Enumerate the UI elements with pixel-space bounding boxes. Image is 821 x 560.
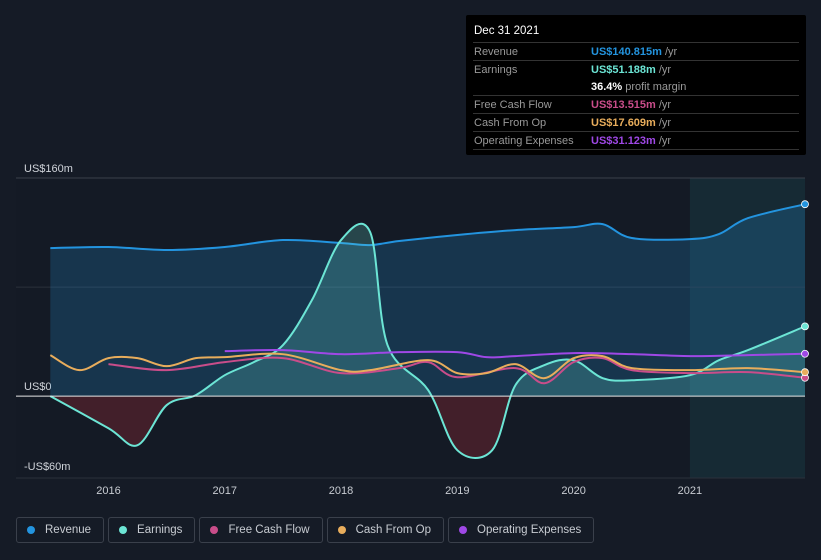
- tooltip-row: Earnings US$51.188m/yr: [473, 61, 799, 78]
- legend-dot-icon: [459, 526, 468, 534]
- legend-item-revenue[interactable]: Revenue: [16, 517, 105, 543]
- tooltip-unit: profit margin: [625, 80, 687, 93]
- y-tick-label: US$0: [24, 381, 52, 393]
- y-tick-label: US$160m: [24, 163, 73, 175]
- tooltip-label: Cash From Op: [474, 116, 547, 129]
- legend-dot-icon: [210, 526, 219, 534]
- tooltip-unit: /yr: [658, 63, 672, 76]
- tooltip-unit: /yr: [658, 134, 672, 147]
- operating-expenses-end-point: [801, 349, 809, 358]
- legend-label: Revenue: [45, 524, 92, 536]
- y-tick-label: -US$60m: [24, 461, 70, 473]
- x-tick-label: 2018: [329, 485, 353, 497]
- legend-label: Operating Expenses: [477, 524, 582, 536]
- tooltip-label: Earnings: [474, 63, 518, 76]
- tooltip-value: US$31.123m: [591, 134, 656, 147]
- x-tick-label: 2021: [678, 485, 702, 497]
- tooltip-date: Dec 31 2021: [473, 23, 799, 43]
- x-tick-label: 2020: [561, 485, 585, 497]
- tooltip-label: Revenue: [474, 45, 519, 58]
- legend-item-cash-from-op[interactable]: Cash From Op: [326, 517, 445, 543]
- tooltip-unit: /yr: [658, 98, 672, 111]
- tooltip-value: 36.4%: [591, 80, 623, 93]
- tooltip-row: Operating Expenses US$31.123m/yr: [473, 132, 799, 150]
- legend-label: Cash From Op: [355, 524, 432, 536]
- x-tick-label: 2016: [96, 485, 120, 497]
- legend-item-earnings[interactable]: Earnings: [108, 517, 196, 543]
- tooltip-row: Free Cash Flow US$13.515m/yr: [473, 96, 799, 114]
- tooltip-value: US$17.609m: [591, 116, 656, 129]
- tooltip-unit: /yr: [658, 116, 672, 129]
- x-tick-label: 2019: [445, 485, 469, 497]
- tooltip-label: Free Cash Flow: [474, 98, 552, 111]
- tooltip-row: Cash From Op US$17.609m/yr: [473, 114, 799, 132]
- tooltip-label: Operating Expenses: [474, 134, 574, 147]
- legend-item-free-cash-flow[interactable]: Free Cash Flow: [199, 517, 323, 543]
- tooltip: Dec 31 2021 Revenue US$140.815m/yr Earning…: [466, 15, 806, 155]
- legend-label: Earnings: [137, 524, 183, 536]
- legend-dot-icon: [119, 526, 128, 534]
- tooltip-row: 36.4% profit margin: [473, 78, 799, 96]
- legend: Revenue Earnings Free Cash Flow Cash From O…: [16, 517, 595, 543]
- tooltip-value: US$51.188m: [591, 63, 656, 76]
- tooltip-value: US$140.815m: [591, 45, 662, 58]
- tooltip-row: Revenue US$140.815m/yr: [473, 43, 799, 61]
- tooltip-unit: /yr: [664, 45, 678, 58]
- revenue-end-point: [801, 200, 809, 209]
- earnings-end-point: [801, 322, 809, 331]
- x-tick-label: 2017: [213, 485, 237, 497]
- tooltip-value: US$13.515m: [591, 98, 656, 111]
- cash-from-op-end-point: [801, 368, 809, 377]
- legend-dot-icon: [27, 526, 35, 534]
- legend-dot-icon: [337, 526, 346, 534]
- legend-item-operating-expenses[interactable]: Operating Expenses: [448, 517, 595, 543]
- legend-label: Free Cash Flow: [228, 524, 310, 536]
